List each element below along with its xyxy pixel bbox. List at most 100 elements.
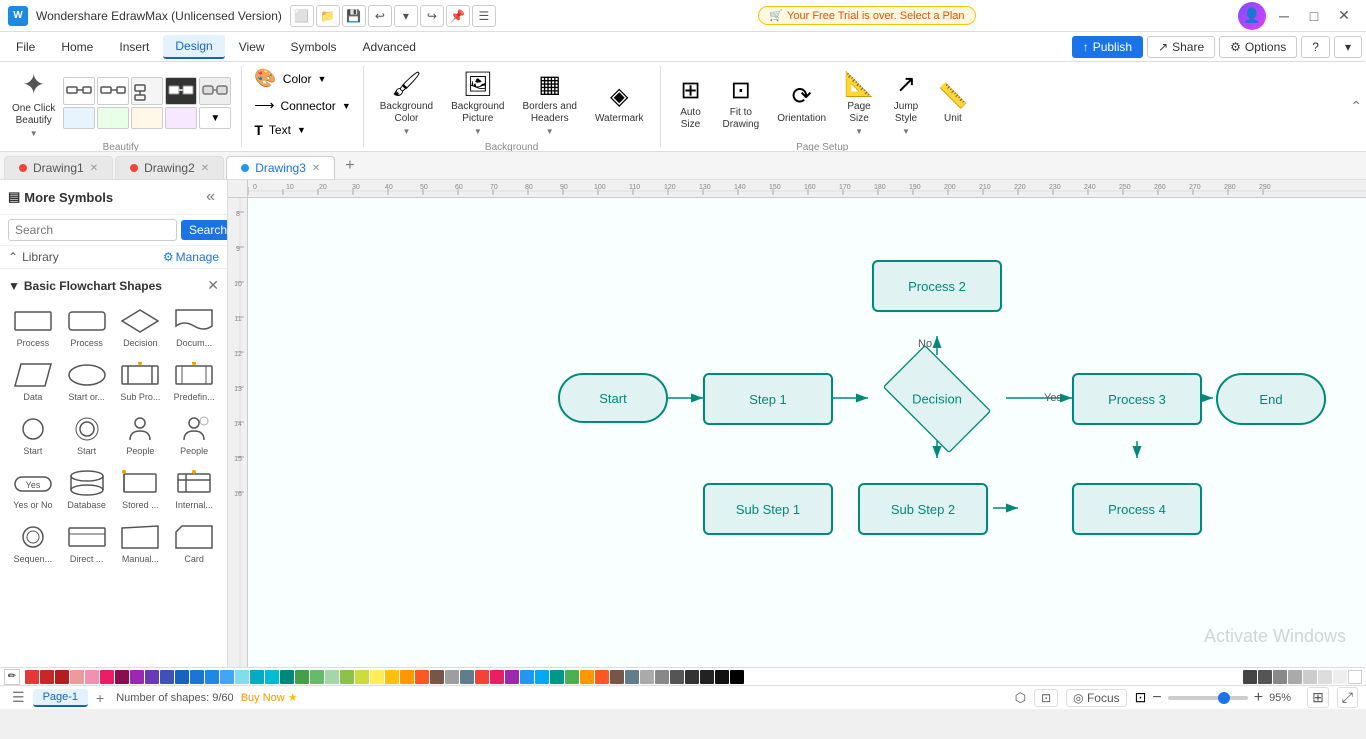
swatch-green-alt[interactable]	[565, 670, 579, 684]
share-button[interactable]: ↗ Share	[1147, 36, 1215, 58]
swatch-blue-1[interactable]	[175, 670, 189, 684]
swatch-purple-alt[interactable]	[505, 670, 519, 684]
swatch-brown-1[interactable]	[430, 670, 444, 684]
text-button[interactable]: T Text ▼	[250, 120, 310, 140]
shape-direct[interactable]: Direct ...	[62, 518, 112, 568]
save-button[interactable]: 💾	[342, 5, 366, 27]
search-input[interactable]	[8, 219, 177, 241]
swatch-dark-alt-3[interactable]	[1273, 670, 1287, 684]
line-color-tool[interactable]: ✏	[4, 669, 20, 685]
swatch-pink-alt[interactable]	[490, 670, 504, 684]
tab-drawing3[interactable]: Drawing3 ✕	[226, 156, 335, 179]
shape-process4[interactable]: Process 4	[1072, 483, 1202, 535]
focus-button[interactable]: ◎ Focus	[1066, 689, 1127, 707]
swatch-grey-1[interactable]	[445, 670, 459, 684]
swatch-black[interactable]	[730, 670, 744, 684]
jump-style-button[interactable]: ↗ JumpStyle ▼	[884, 66, 928, 140]
shape-people-2[interactable]: People	[169, 410, 219, 460]
sidebar-collapse-button[interactable]: «	[202, 186, 219, 208]
zoom-in-button[interactable]: +	[1252, 689, 1265, 707]
tab-close-3[interactable]: ✕	[312, 163, 320, 174]
menu-file[interactable]: File	[4, 36, 47, 58]
one-click-beautify-button[interactable]: ✦ One ClickBeautify ▼	[8, 66, 59, 140]
shape-database[interactable]: Database	[62, 464, 112, 514]
close-button[interactable]: ✕	[1330, 5, 1358, 27]
swatch-blue-grey-alt[interactable]	[625, 670, 639, 684]
zoom-slider[interactable]	[1168, 696, 1248, 700]
menu-insert[interactable]: Insert	[107, 36, 161, 58]
swatch-teal-alt[interactable]	[550, 670, 564, 684]
swatch-cyan-1[interactable]	[235, 670, 249, 684]
page-menu-button[interactable]: ☰	[8, 689, 29, 706]
manage-button[interactable]: ⚙ Manage	[163, 250, 219, 264]
swatch-red-3[interactable]	[55, 670, 69, 684]
options-button[interactable]: ⚙ Options	[1219, 36, 1297, 58]
swatch-amber-1[interactable]	[385, 670, 399, 684]
shape-start-oval[interactable]: Start or...	[62, 356, 112, 406]
shape-process-1[interactable]: Process	[8, 302, 58, 352]
unit-button[interactable]: 📏 Unit	[930, 78, 976, 129]
swatch-green-2[interactable]	[310, 670, 324, 684]
swatch-dark-alt-5[interactable]	[1303, 670, 1317, 684]
swatch-blue-grey-1[interactable]	[460, 670, 474, 684]
swatch-grey-3[interactable]	[655, 670, 669, 684]
trial-badge[interactable]: 🛒 Your Free Trial is over. Select a Plan	[758, 6, 975, 25]
swatch-lt-blue-alt[interactable]	[535, 670, 549, 684]
fit-window-button[interactable]: ⊞	[1307, 687, 1329, 708]
swatch-brown-alt[interactable]	[610, 670, 624, 684]
shape-people-1[interactable]: People	[116, 410, 166, 460]
watermark-button[interactable]: ◈ Watermark	[587, 78, 652, 129]
menu-symbols[interactable]: Symbols	[279, 36, 349, 58]
tab-close-1[interactable]: ✕	[90, 163, 98, 174]
fullscreen-button[interactable]: ⤢	[1337, 687, 1358, 708]
undo-button[interactable]: ↩	[368, 5, 392, 27]
shape-start[interactable]: Start	[558, 373, 668, 423]
swatch-blue-2[interactable]	[190, 670, 204, 684]
shape-process2[interactable]: Process 2	[872, 260, 1002, 312]
new-button[interactable]: ⬜	[290, 5, 314, 27]
shape-decision[interactable]: Decision	[116, 302, 166, 352]
bg-picture-button[interactable]: 🖼 BackgroundPicture ▼	[443, 66, 512, 140]
swatch-pink-2[interactable]	[85, 670, 99, 684]
minimize-button[interactable]: ─	[1270, 5, 1298, 27]
swatch-pink-4[interactable]	[115, 670, 129, 684]
beautify-expand[interactable]: ▼	[199, 107, 231, 129]
shape-stored[interactable]: Stored ...	[116, 464, 166, 514]
bg-color-button[interactable]: 🖌 BackgroundColor ▼	[372, 66, 441, 140]
tab-close-2[interactable]: ✕	[201, 163, 209, 174]
shape-data[interactable]: Data	[8, 356, 58, 406]
swatch-red-1[interactable]	[25, 670, 39, 684]
swatch-red-alt[interactable]	[475, 670, 489, 684]
layers-button[interactable]: ⬡	[1015, 690, 1026, 706]
swatch-grey-4[interactable]	[670, 670, 684, 684]
section-header[interactable]: ▼ Basic Flowchart Shapes ✕	[4, 273, 223, 298]
swatch-orange-alt[interactable]	[580, 670, 594, 684]
beautify-style-3[interactable]	[131, 77, 163, 105]
shape-document[interactable]: Docum...	[169, 302, 219, 352]
swatch-dark-alt-4[interactable]	[1288, 670, 1302, 684]
shape-step1[interactable]: Step 1	[703, 373, 833, 425]
page-tab[interactable]: Page-1	[33, 689, 88, 707]
shape-internal[interactable]: Internal...	[169, 464, 219, 514]
more-options-button[interactable]: ▾	[1334, 36, 1362, 58]
beautify-style-2[interactable]	[97, 77, 129, 105]
redo-button[interactable]: ↪	[420, 5, 444, 27]
swatch-dark-1[interactable]	[685, 670, 699, 684]
swatch-blue-alt[interactable]	[520, 670, 534, 684]
shape-sub-process[interactable]: Sub Pro...	[116, 356, 166, 406]
add-page-button[interactable]: +	[92, 690, 108, 706]
shape-substep2[interactable]: Sub Step 2	[858, 483, 988, 535]
swatch-teal-2[interactable]	[280, 670, 294, 684]
swatch-dark-alt-7[interactable]	[1333, 670, 1347, 684]
shape-substep1[interactable]: Sub Step 1	[703, 483, 833, 535]
user-avatar[interactable]: 👤	[1238, 2, 1266, 30]
search-button[interactable]: Search	[181, 220, 228, 240]
swatch-deep-orange-alt[interactable]	[595, 670, 609, 684]
swatch-dark-alt-6[interactable]	[1318, 670, 1332, 684]
open-button[interactable]: 📁	[316, 5, 340, 27]
swatch-dark-alt-1[interactable]	[1243, 670, 1257, 684]
swatch-lime-1[interactable]	[355, 670, 369, 684]
swatch-dark-2[interactable]	[700, 670, 714, 684]
ribbon-expand-btn[interactable]: ⌃	[1346, 66, 1366, 147]
swatch-green-3[interactable]	[325, 670, 339, 684]
